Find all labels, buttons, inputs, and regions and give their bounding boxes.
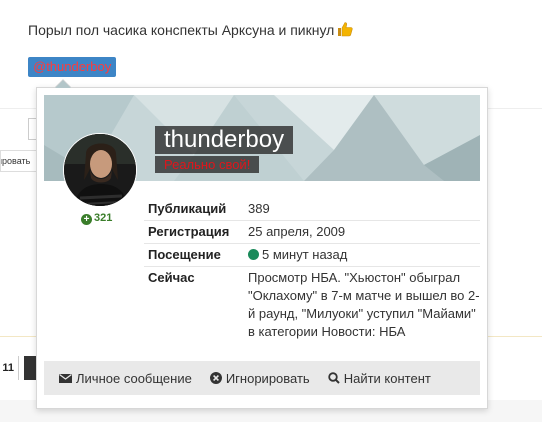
stat-value: 5 минут назад bbox=[262, 247, 348, 262]
reputation-value: 321 bbox=[94, 212, 113, 224]
profile-hovercard: thunderboy Реально свой! +321 Публикаций… bbox=[36, 87, 488, 409]
online-dot-icon bbox=[248, 249, 259, 260]
profile-user-title: Реально свой! bbox=[155, 156, 260, 173]
envelope-icon bbox=[59, 373, 72, 383]
ignore-user-label: Игнорировать bbox=[225, 370, 310, 386]
stat-value[interactable]: Просмотр НБА. "Хьюстон" обыграл "Оклахом… bbox=[248, 269, 480, 341]
avatar[interactable] bbox=[63, 133, 137, 207]
profile-stats: Публикаций 389 Регистрация 25 апреля, 20… bbox=[144, 198, 480, 343]
send-message-button[interactable]: Личное сообщение bbox=[59, 371, 192, 386]
card-pointer-fill bbox=[55, 80, 71, 88]
background-tooltip: ировать bbox=[0, 150, 40, 172]
stat-row-current-activity: Сейчас Просмотр НБА. "Хьюстон" обыграл "… bbox=[144, 267, 480, 343]
find-content-label: Найти контент bbox=[343, 370, 431, 386]
profile-username[interactable]: thunderboy bbox=[155, 126, 294, 154]
stat-row-registered: Регистрация 25 апреля, 2009 bbox=[144, 221, 480, 244]
stat-label: Регистрация bbox=[148, 224, 230, 239]
stat-row-posts: Публикаций 389 bbox=[144, 198, 480, 221]
plus-circle-icon: + bbox=[81, 214, 92, 225]
ignore-user-button[interactable]: Игнорировать bbox=[209, 370, 310, 386]
stat-value: 389 bbox=[248, 201, 270, 216]
user-mention-link[interactable]: @thunderboy bbox=[28, 57, 117, 77]
stat-label: Сейчас bbox=[148, 270, 195, 285]
ignore-icon bbox=[209, 372, 222, 384]
stat-value-wrap: 5 минут назад bbox=[248, 246, 480, 264]
profile-actions: Личное сообщение Игнорировать Найти конт… bbox=[44, 361, 480, 395]
post-text: Порыл пол часика конспекты Арксуна и пик… bbox=[28, 21, 353, 38]
stat-row-last-visit: Посещение 5 минут назад bbox=[144, 244, 480, 267]
pagination-active-page[interactable] bbox=[24, 356, 36, 380]
stat-value: 25 апреля, 2009 bbox=[248, 224, 346, 239]
thumbs-up-icon bbox=[337, 21, 353, 37]
send-message-label: Личное сообщение bbox=[76, 370, 192, 386]
search-icon bbox=[328, 372, 340, 384]
find-content-button[interactable]: Найти контент bbox=[328, 371, 431, 386]
post-text-content: Порыл пол часика конспекты Арксуна и пик… bbox=[28, 22, 335, 38]
divider bbox=[18, 356, 19, 380]
stat-label: Публикаций bbox=[148, 201, 227, 216]
stat-label: Посещение bbox=[148, 247, 221, 262]
pagination-page[interactable]: 11 bbox=[0, 356, 14, 380]
reputation-badge: +321 bbox=[81, 212, 112, 225]
